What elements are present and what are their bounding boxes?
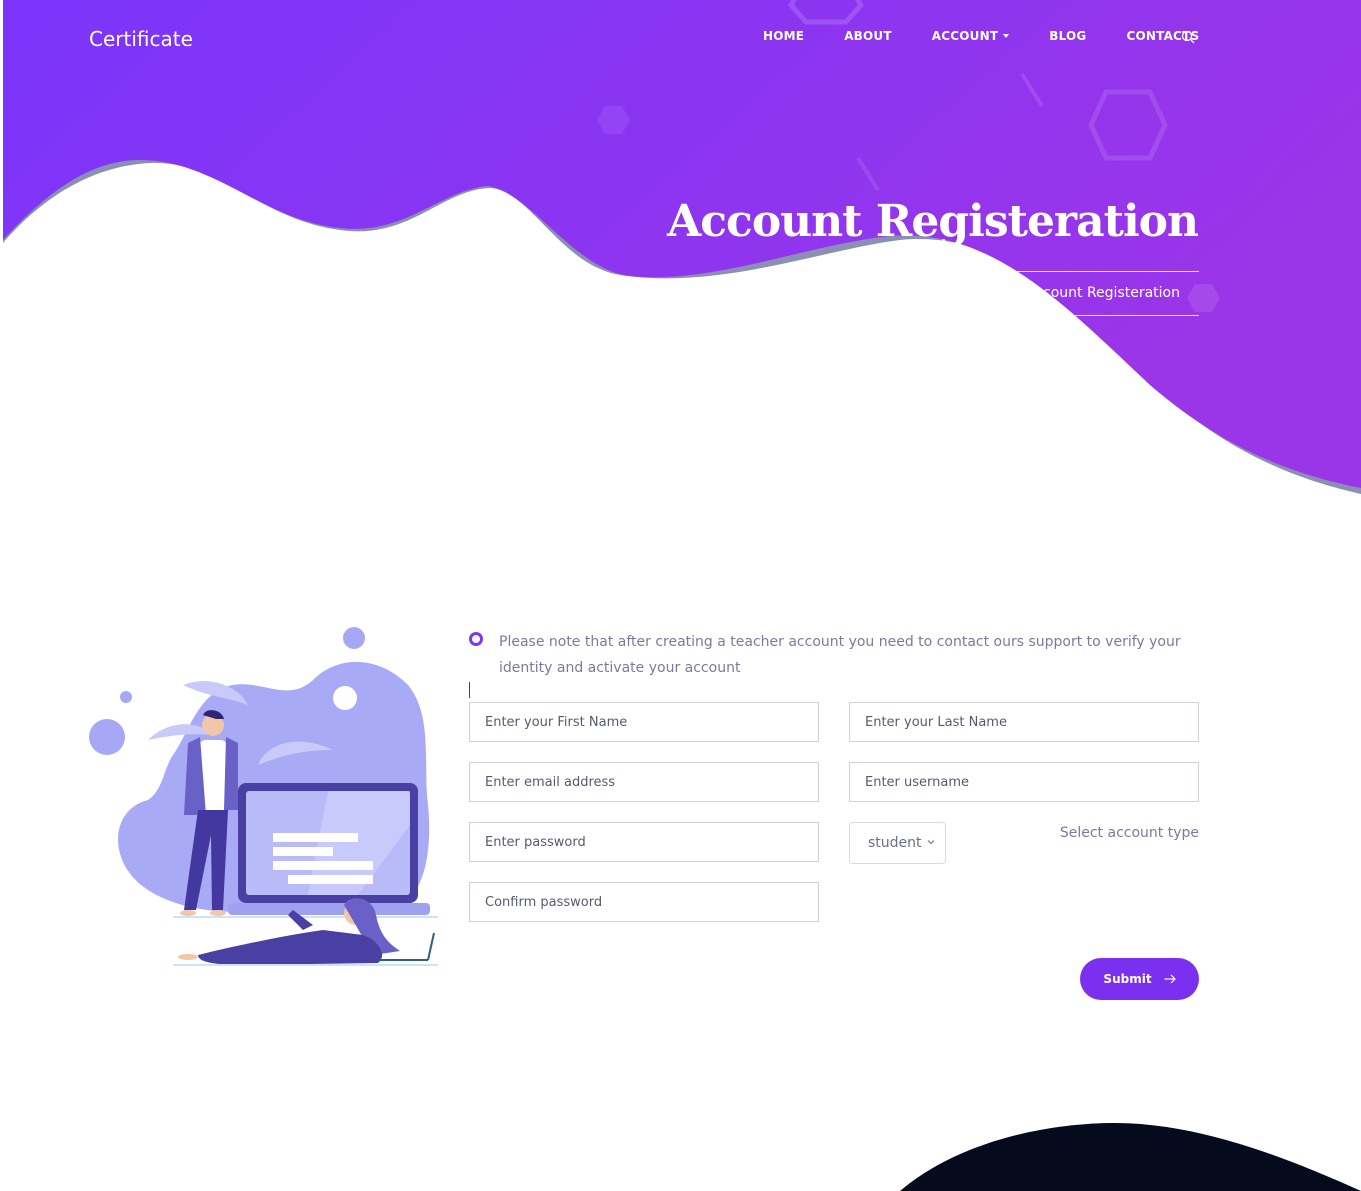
last-name-input[interactable] [850,703,1198,741]
account-type-label: Select account type [1059,825,1199,841]
confirm-password-field [469,882,819,922]
username-field [849,762,1199,802]
teacher-notice-text: Please note that after creating a teache… [499,634,1181,676]
page-title: Account Registeration [667,196,1199,247]
footer-shape [900,1123,1361,1191]
nav-account-label: ACCOUNT [931,29,999,43]
radio-dot-icon [469,632,483,646]
first-name-field [469,702,819,742]
submit-button[interactable]: Submit [1080,958,1199,1000]
hero-background [3,0,1361,494]
nav-home[interactable]: HOME [763,29,804,43]
nav-account[interactable]: ACCOUNT [931,29,1010,43]
password-field [469,822,819,862]
breadcrumb-bottom-rule [1014,315,1199,316]
account-type-select[interactable]: student [849,822,946,864]
submit-label: Submit [1103,972,1152,986]
main-nav: HOME ABOUT ACCOUNT BLOG CONTACTS [763,29,1239,44]
account-type-value: student [868,835,922,851]
search-icon[interactable] [1181,30,1195,44]
arrow-right-icon [1164,974,1176,984]
brand-logo[interactable]: Certificate [89,27,193,51]
confirm-password-input[interactable] [470,883,818,921]
nav-blog[interactable]: BLOG [1049,29,1086,43]
nav-about[interactable]: ABOUT [844,29,892,43]
registration-illustration [89,627,438,966]
breadcrumb-top-rule [1014,271,1199,272]
password-input[interactable] [470,823,818,861]
username-input[interactable] [850,763,1198,801]
chevron-down-icon [927,840,935,845]
email-input[interactable] [470,763,818,801]
breadcrumb: Account Registeration [1025,285,1180,301]
text-caret [469,682,470,698]
caret-down-icon [1003,33,1010,38]
last-name-field [849,702,1199,742]
email-field [469,762,819,802]
first-name-input[interactable] [470,703,818,741]
